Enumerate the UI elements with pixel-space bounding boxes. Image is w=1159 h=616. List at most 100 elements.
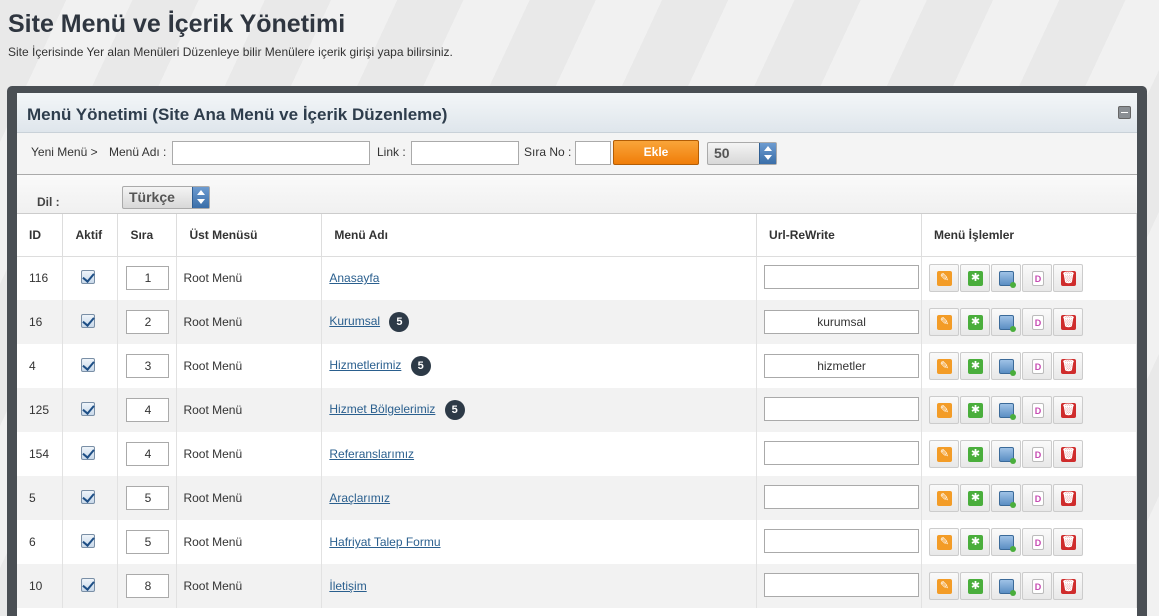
order-input[interactable]: 1 (126, 266, 170, 291)
order-no-input[interactable] (575, 141, 611, 165)
delete-button[interactable]: 🗑 (1053, 308, 1084, 336)
gallery-button[interactable] (991, 572, 1022, 600)
gallery-button[interactable] (991, 440, 1022, 468)
active-checkbox[interactable] (81, 313, 96, 328)
gallery-button[interactable] (991, 396, 1022, 424)
order-input[interactable]: 3 (126, 354, 170, 378)
col-header-order[interactable]: Sıra (117, 214, 178, 257)
delete-button[interactable]: 🗑 (1053, 528, 1084, 556)
document-button[interactable]: D (1022, 528, 1053, 556)
menu-name-link[interactable]: Referanslarımız (329, 447, 414, 461)
add-content-button[interactable]: ✱ (960, 440, 991, 468)
url-rewrite-input[interactable] (764, 396, 920, 421)
menu-name-link[interactable]: Anasayfa (329, 271, 379, 285)
menu-name-link[interactable]: Hafriyat Talep Formu (329, 535, 440, 549)
add-content-button[interactable]: ✱ (960, 484, 991, 512)
add-content-icon: ✱ (968, 535, 984, 550)
delete-button[interactable]: 🗑 (1053, 440, 1084, 468)
collapse-icon[interactable] (1118, 106, 1131, 119)
add-content-button[interactable]: ✱ (960, 264, 991, 293)
page-size-select[interactable]: 50 (707, 142, 777, 165)
delete-icon: 🗑 (1061, 535, 1077, 550)
delete-button[interactable]: 🗑 (1053, 572, 1084, 600)
gallery-button[interactable] (991, 484, 1022, 512)
active-checkbox[interactable] (81, 577, 96, 592)
gallery-button[interactable] (991, 352, 1022, 380)
link-input[interactable] (411, 141, 519, 165)
cell-url: kurumsal (756, 300, 923, 344)
order-input[interactable]: 4 (126, 442, 170, 466)
active-checkbox[interactable] (81, 533, 96, 548)
url-rewrite-input[interactable]: kurumsal (764, 310, 920, 334)
gallery-button[interactable] (991, 264, 1022, 293)
add-content-button[interactable]: ✱ (960, 572, 991, 600)
add-content-button[interactable]: ✱ (960, 308, 991, 336)
active-checkbox[interactable] (81, 489, 96, 504)
document-button[interactable]: D (1022, 264, 1053, 293)
document-button[interactable]: D (1022, 484, 1053, 512)
order-input[interactable]: 8 (126, 574, 170, 598)
order-input[interactable]: 4 (126, 398, 170, 422)
menu-name-link[interactable]: Kurumsal (329, 314, 380, 328)
url-rewrite-input[interactable] (764, 528, 920, 553)
col-header-actions: Menü İşlemler (921, 214, 1137, 257)
menu-name-label: Menü Adı : (109, 145, 167, 159)
menu-name-link[interactable]: Araçlarımız (329, 491, 390, 505)
cell-active (62, 300, 119, 344)
table-row: 125 4 Root Menü Hizmet Bölgelerimiz 5 ✎ ✱ D 🗑 (17, 388, 1137, 432)
url-rewrite-input[interactable] (764, 572, 920, 597)
delete-button[interactable]: 🗑 (1053, 352, 1084, 380)
document-button[interactable]: D (1022, 308, 1053, 336)
document-button[interactable]: D (1022, 440, 1053, 468)
menu-name-link[interactable]: Hizmetlerimiz (329, 358, 401, 372)
add-content-button[interactable]: ✱ (960, 396, 991, 424)
col-header-url[interactable]: Url-ReWrite (756, 214, 923, 257)
edit-button[interactable]: ✎ (929, 440, 960, 468)
document-icon: D (1032, 491, 1045, 506)
order-input[interactable]: 5 (126, 530, 170, 554)
edit-button[interactable]: ✎ (929, 528, 960, 556)
gallery-icon (999, 271, 1017, 289)
document-button[interactable]: D (1022, 396, 1053, 424)
document-icon: D (1032, 315, 1045, 330)
add-content-button[interactable]: ✱ (960, 352, 991, 380)
cell-id: 16 (17, 300, 64, 344)
new-menu-prefix-label: Yeni Menü > (31, 145, 98, 159)
active-checkbox[interactable] (81, 401, 96, 416)
url-rewrite-input[interactable] (764, 440, 920, 465)
url-rewrite-input[interactable] (764, 264, 920, 289)
delete-button[interactable]: 🗑 (1053, 396, 1084, 424)
cell-active (62, 344, 119, 388)
edit-button[interactable]: ✎ (929, 484, 960, 512)
add-content-button[interactable]: ✱ (960, 528, 991, 556)
edit-button[interactable]: ✎ (929, 352, 960, 380)
menu-name-link[interactable]: Hizmet Bölgelerimiz (329, 402, 435, 416)
edit-button[interactable]: ✎ (929, 396, 960, 424)
active-checkbox[interactable] (81, 357, 96, 372)
col-header-active[interactable]: Aktif (62, 214, 119, 257)
cell-active (62, 476, 119, 520)
add-menu-button[interactable]: Ekle (613, 140, 699, 165)
col-header-parent[interactable]: Üst Menüsü (176, 214, 323, 257)
col-header-name[interactable]: Menü Adı (321, 214, 758, 257)
language-select[interactable]: Türkçe (122, 186, 210, 209)
edit-button[interactable]: ✎ (929, 264, 960, 293)
gallery-button[interactable] (991, 528, 1022, 556)
active-checkbox[interactable] (81, 269, 96, 284)
edit-button[interactable]: ✎ (929, 308, 960, 336)
submenu-count-badge: 5 (389, 312, 410, 332)
menu-name-input[interactable] (172, 141, 370, 165)
order-input[interactable]: 2 (126, 310, 170, 334)
menu-name-link[interactable]: İletişim (329, 579, 366, 593)
gallery-button[interactable] (991, 308, 1022, 336)
url-rewrite-input[interactable] (764, 484, 920, 509)
delete-button[interactable]: 🗑 (1053, 484, 1084, 512)
order-input[interactable]: 5 (126, 486, 170, 510)
url-rewrite-input[interactable]: hizmetler (764, 354, 920, 378)
col-header-id[interactable]: ID (17, 214, 64, 257)
document-button[interactable]: D (1022, 352, 1053, 380)
delete-button[interactable]: 🗑 (1053, 264, 1084, 293)
edit-button[interactable]: ✎ (929, 572, 960, 600)
document-button[interactable]: D (1022, 572, 1053, 600)
active-checkbox[interactable] (81, 445, 96, 460)
